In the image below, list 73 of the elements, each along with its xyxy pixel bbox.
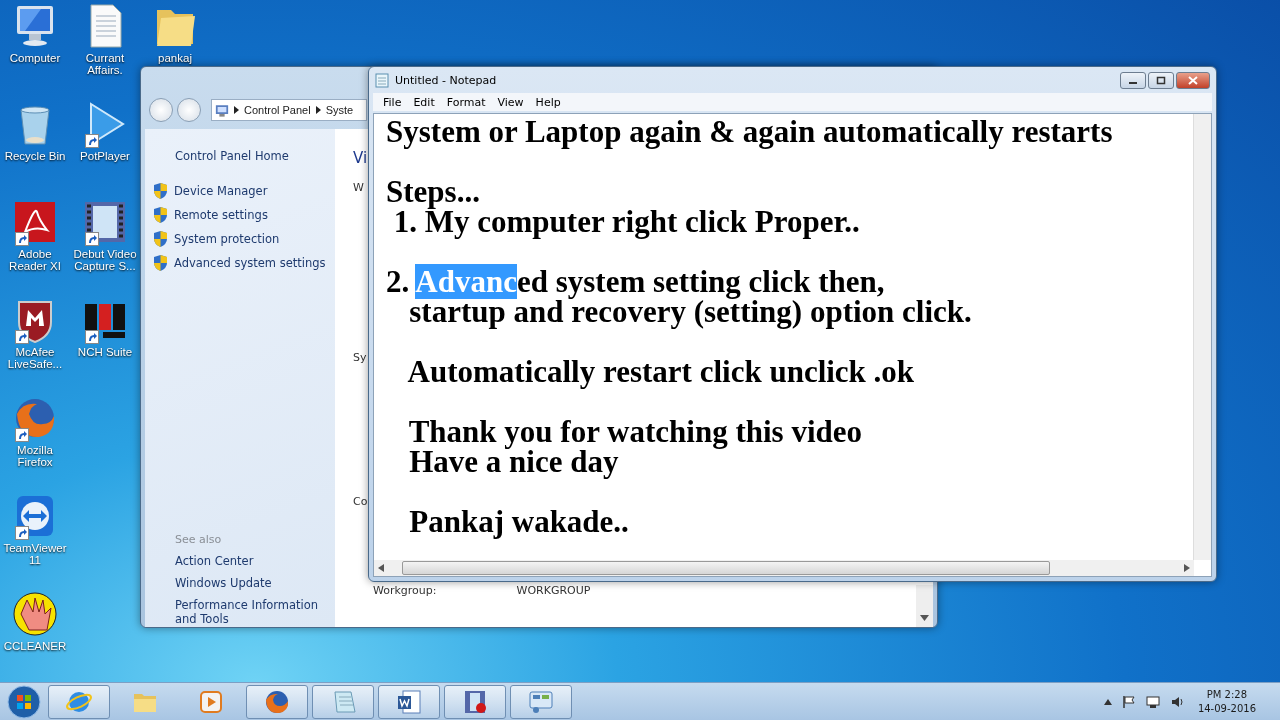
taskbar-button[interactable] [444,684,506,719]
section-heading: Sy [353,351,368,364]
minimize-button[interactable] [1120,71,1146,89]
nav-link[interactable]: Windows Update [175,576,325,590]
scrollbar[interactable] [916,585,933,627]
task-link[interactable]: Remote settings [174,208,268,222]
hand-icon[interactable] [11,590,59,638]
menu-item[interactable]: View [491,95,530,109]
shield-icon [153,231,168,247]
network-icon[interactable] [1145,694,1160,709]
task-link[interactable]: Advanced system settings [174,256,326,270]
down-arrow-icon[interactable] [920,615,929,621]
icon-label[interactable]: pankaj [140,52,210,64]
icon-label[interactable]: Computer [0,52,70,64]
computer-icon [215,102,229,118]
clock[interactable]: PM 2:28 14-09-2016 [1193,687,1260,716]
section-heading: W [353,181,365,194]
text-line: Pankaj wakade.. [408,507,630,537]
start-orb-icon [7,684,41,719]
icon-label[interactable]: Recycle Bin [0,150,70,162]
clock-date: 14-09-2016 [1197,701,1256,716]
section-heading: Co [353,495,369,508]
text-line: Thank you for watching this video [407,417,864,447]
text-line: System or Laptop again & again automatically restarts [386,117,1114,147]
menu-item[interactable]: Edit [407,95,441,109]
close-button[interactable] [1176,71,1210,89]
speaker-icon[interactable] [1169,694,1184,709]
minimize-icon [1129,82,1137,84]
left-arrow-icon[interactable] [378,564,384,572]
breadcrumb-item[interactable]: Syste [325,104,354,116]
text-line: Steps... [386,177,481,207]
section-heading: See also [175,533,223,546]
icon-label[interactable]: Debut Video Capture S... [70,248,140,272]
field-label: Workgroup: [373,584,437,597]
clock-time: PM 2:28 [1206,687,1248,702]
menu-item[interactable]: Format [440,95,492,109]
nav-link[interactable]: Action Center [175,554,325,568]
maximize-icon [1156,75,1166,85]
notepad-icon [375,72,389,88]
scrollbar[interactable] [374,560,1194,576]
menu-item[interactable]: File [377,95,408,109]
shield-icon [153,207,168,223]
maximize-button[interactable] [1148,71,1174,89]
nav-link[interactable]: Control Panel Home [175,149,335,163]
arrow-icon [234,106,239,114]
address-bar[interactable]: Control Panel Syste [211,99,367,121]
breadcrumb-item[interactable]: Control Panel [244,104,311,116]
right-arrow-icon[interactable] [1184,564,1190,572]
close-icon [1188,75,1198,85]
task-link[interactable]: Device Manager [174,184,268,198]
menu-item[interactable]: Help [529,95,567,109]
up-arrow-icon[interactable] [1103,698,1112,705]
scroll-thumb[interactable] [402,561,1050,575]
icon-label[interactable]: PotPlayer [70,150,140,162]
task-link[interactable]: System protection [174,232,280,246]
field-value: WORKGROUP [516,584,591,597]
taskbar-button[interactable] [510,684,572,719]
nav-link[interactable]: Performance Information and Tools [175,598,325,626]
shield-icon [153,183,168,199]
icon-label[interactable]: Adobe Reader XI [0,248,70,272]
document-icon [395,687,423,716]
text-line: Automatically restart click unclick .ok [406,357,916,387]
shield-icon [153,255,168,271]
flag-icon[interactable] [1121,694,1136,709]
start-button[interactable] [4,684,44,719]
scrollbar[interactable] [1193,114,1211,560]
arrow-icon [315,106,321,114]
page-heading: Vi [353,149,369,167]
taskbar-button[interactable] [378,684,440,719]
taskbar-button[interactable] [246,684,308,719]
taskbar-button[interactable] [48,684,110,719]
icon-label[interactable]: Currant Affairs. [70,52,140,76]
window-title: Untitled - Notepad [395,73,497,87]
